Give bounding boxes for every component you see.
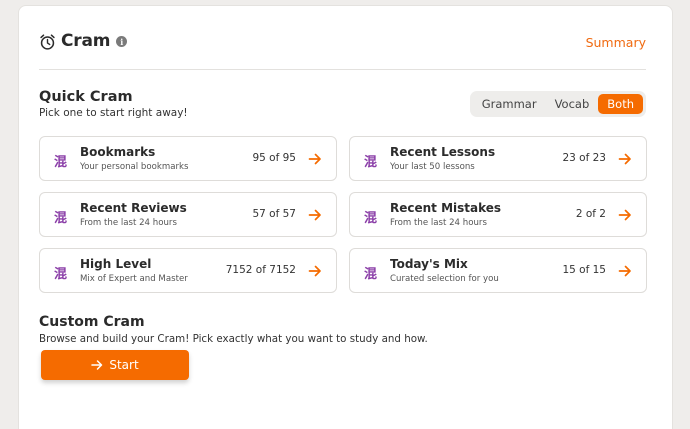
- tile-glyph: 混: [364, 211, 378, 226]
- tile-count: 57 of 57: [252, 208, 296, 220]
- quick-cram-subtitle: Pick one to start right away!: [39, 107, 188, 119]
- tile-subtitle: Your last 50 lessons: [390, 162, 475, 172]
- tile-high-level[interactable]: 混 High Level Mix of Expert and Master 71…: [39, 248, 337, 293]
- tile-glyph: 混: [54, 155, 68, 170]
- tile-glyph: 混: [364, 155, 378, 170]
- filter-both-button[interactable]: Both: [598, 94, 643, 114]
- cram-header: Cram i Summary: [39, 28, 646, 70]
- filter-vocab-button[interactable]: Vocab: [546, 94, 599, 114]
- tile-subtitle: Mix of Expert and Master: [80, 274, 188, 284]
- cram-card: Cram i Summary Quick Cram Pick one to st…: [18, 5, 673, 429]
- summary-link[interactable]: Summary: [586, 35, 646, 50]
- tile-glyph: 混: [364, 267, 378, 282]
- tile-subtitle: Your personal bookmarks: [80, 162, 189, 172]
- tile-subtitle: From the last 24 hours: [390, 218, 487, 228]
- tile-count: 23 of 23: [562, 152, 606, 164]
- arrow-right-icon: [308, 209, 321, 221]
- tile-count: 2 of 2: [575, 208, 606, 220]
- tile-title: Today's Mix: [390, 257, 468, 271]
- tile-recent-mistakes[interactable]: 混 Recent Mistakes From the last 24 hours…: [349, 192, 647, 237]
- tile-recent-reviews[interactable]: 混 Recent Reviews From the last 24 hours …: [39, 192, 337, 237]
- tile-title: Recent Lessons: [390, 145, 496, 159]
- custom-cram-subtitle: Browse and build your Cram! Pick exactly…: [39, 333, 428, 345]
- page-title: Cram: [61, 31, 111, 51]
- alarm-clock-icon: [40, 34, 55, 50]
- tile-recent-lessons[interactable]: 混 Recent Lessons Your last 50 lessons 23…: [349, 136, 647, 181]
- type-filter: Grammar Vocab Both: [469, 91, 646, 117]
- arrow-right-icon: [91, 360, 103, 370]
- tile-bookmarks[interactable]: 混 Bookmarks Your personal bookmarks 95 o…: [39, 136, 337, 181]
- tile-title: High Level: [80, 257, 152, 271]
- tile-count: 15 of 15: [562, 264, 606, 276]
- tile-subtitle: From the last 24 hours: [80, 218, 177, 228]
- custom-cram-title: Custom Cram: [39, 314, 145, 330]
- header-divider: [39, 69, 646, 70]
- tile-title: Recent Reviews: [80, 201, 187, 215]
- filter-grammar-button[interactable]: Grammar: [473, 94, 546, 114]
- tile-glyph: 混: [54, 267, 68, 282]
- tile-count: 95 of 95: [252, 152, 296, 164]
- arrow-right-icon: [308, 153, 321, 165]
- tile-count: 7152 of 7152: [225, 264, 296, 276]
- arrow-right-icon: [308, 265, 321, 277]
- tile-subtitle: Curated selection for you: [390, 274, 499, 284]
- tile-glyph: 混: [54, 211, 68, 226]
- tile-title: Bookmarks: [80, 145, 156, 159]
- arrow-right-icon: [618, 265, 631, 277]
- tile-todays-mix[interactable]: 混 Today's Mix Curated selection for you …: [349, 248, 647, 293]
- tile-title: Recent Mistakes: [390, 201, 502, 215]
- quick-cram-title: Quick Cram: [39, 89, 133, 105]
- arrow-right-icon: [618, 209, 631, 221]
- start-button[interactable]: Start: [41, 350, 189, 380]
- info-icon[interactable]: i: [116, 36, 128, 47]
- start-button-label: Start: [109, 358, 139, 372]
- arrow-right-icon: [618, 153, 631, 165]
